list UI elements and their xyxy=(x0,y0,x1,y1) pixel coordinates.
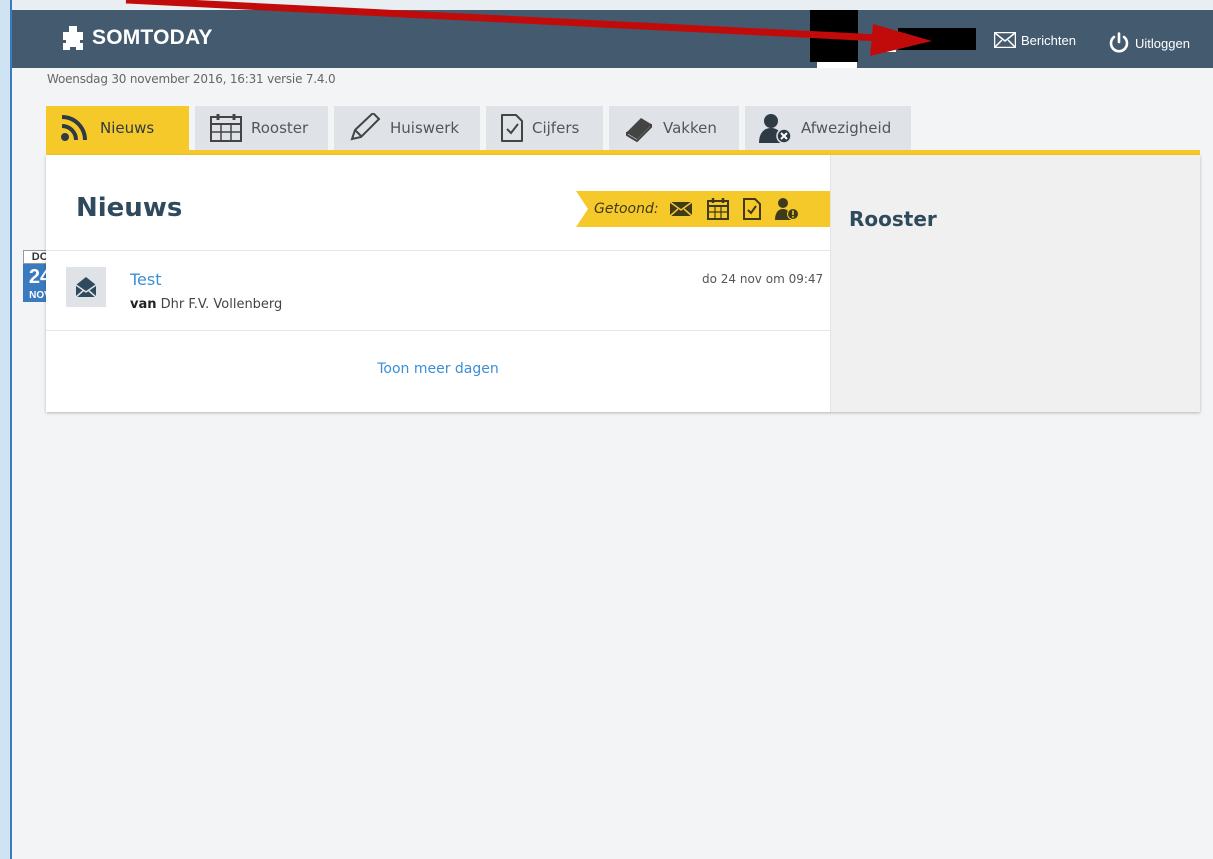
message-sender: van Dhr F.V. Vollenberg xyxy=(130,297,282,312)
main-tabs: Nieuws Rooster Huiswerk Cijfers Vakken A… xyxy=(46,106,917,150)
top-header: SOMTODAY Berichten Uitloggen xyxy=(12,10,1213,68)
shown-label: Getoond: xyxy=(594,201,659,217)
check-document-icon[interactable] xyxy=(742,198,761,220)
brand-name: SOMTODAY xyxy=(92,26,213,49)
brand-logo[interactable]: SOMTODAY xyxy=(60,25,213,51)
tab-label: Rooster xyxy=(251,119,309,137)
calendar-icon[interactable] xyxy=(706,198,729,220)
tab-label: Huiswerk xyxy=(390,119,460,137)
messages-link[interactable]: Berichten xyxy=(994,32,1076,48)
envelope-open-icon xyxy=(75,277,97,298)
show-more-days-link[interactable]: Toon meer dagen xyxy=(46,361,830,377)
tab-label: Nieuws xyxy=(100,119,155,137)
tab-afwezigheid[interactable]: Afwezigheid xyxy=(745,106,911,150)
check-document-icon xyxy=(501,114,523,142)
messages-label: Berichten xyxy=(1021,32,1076,48)
books-icon xyxy=(626,118,652,142)
tab-nieuws[interactable]: Nieuws xyxy=(46,106,189,150)
message-date: do 24 nov om 09:47 xyxy=(702,272,824,286)
header-top-stripe xyxy=(12,0,1213,10)
date-version-line: Woensdag 30 november 2016, 16:31 versie … xyxy=(47,72,336,86)
user-name-redacted[interactable] xyxy=(898,28,976,50)
tab-label: Vakken xyxy=(663,119,717,137)
page-title: Nieuws xyxy=(76,193,183,223)
user-icon[interactable] xyxy=(878,28,896,52)
window-border xyxy=(0,0,12,859)
calendar-icon xyxy=(210,114,242,142)
logout-label: Uitloggen xyxy=(1135,35,1190,51)
message-title-link[interactable]: Test xyxy=(130,270,162,289)
divider xyxy=(46,250,830,251)
pencil-icon xyxy=(350,113,381,141)
divider xyxy=(46,330,830,331)
news-card: Nieuws Getoond: Test van Dhr F.V. Vollen… xyxy=(46,155,1200,412)
redacted-block-bottom xyxy=(817,62,857,68)
message-sender-prefix: van xyxy=(130,297,157,312)
person-x-icon xyxy=(759,114,792,143)
rss-icon xyxy=(61,115,87,141)
message-sender-name: Dhr F.V. Vollenberg xyxy=(160,297,283,312)
tab-rooster[interactable]: Rooster xyxy=(195,106,328,150)
tab-label: Cijfers xyxy=(532,119,580,137)
rooster-title: Rooster xyxy=(849,207,937,231)
power-icon xyxy=(1109,32,1129,53)
tab-huiswerk[interactable]: Huiswerk xyxy=(334,106,480,150)
somtoday-logo-icon xyxy=(63,26,83,50)
redacted-block xyxy=(810,10,858,62)
tab-label: Afwezigheid xyxy=(801,119,892,137)
envelope-icon[interactable] xyxy=(669,201,693,217)
shown-filter-bar: Getoond: xyxy=(576,191,830,227)
logout-link[interactable]: Uitloggen xyxy=(1108,32,1190,54)
envelope-icon xyxy=(994,32,1016,48)
tab-vakken[interactable]: Vakken xyxy=(609,106,739,150)
message-open-icon-button[interactable] xyxy=(66,267,106,307)
person-alert-icon[interactable] xyxy=(774,198,799,220)
rooster-panel xyxy=(830,155,1200,412)
tab-cijfers[interactable]: Cijfers xyxy=(486,106,603,150)
